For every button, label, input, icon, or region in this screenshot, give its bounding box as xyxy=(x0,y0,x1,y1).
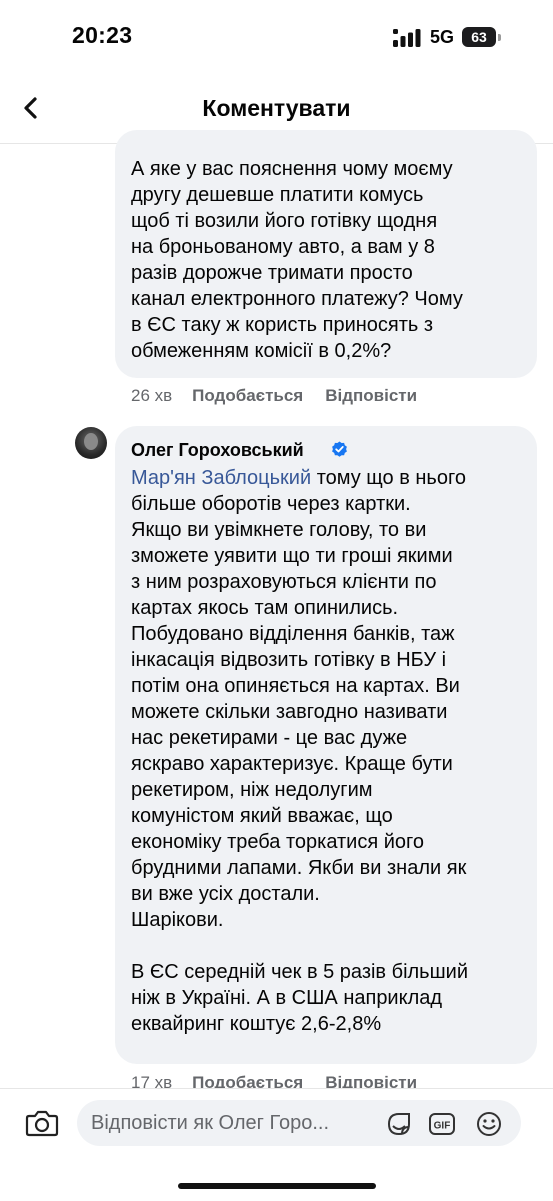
mention-link[interactable]: Мар'ян Заблоцький xyxy=(131,467,311,489)
camera-icon[interactable] xyxy=(25,1107,59,1139)
page-title: Коментувати xyxy=(202,95,351,121)
status-bar: 20:23 5G 63 xyxy=(0,0,553,75)
comment-body: тому що в нього більше оборотів через ка… xyxy=(131,467,468,1035)
gif-icon[interactable]: GIF xyxy=(428,1110,456,1138)
battery-icon: 63 xyxy=(462,27,501,47)
battery-level: 63 xyxy=(462,27,496,47)
home-indicator xyxy=(178,1183,376,1189)
avatar-face xyxy=(84,433,98,450)
svg-text:GIF: GIF xyxy=(434,1121,451,1132)
signal-icon xyxy=(393,29,421,47)
reply-input[interactable]: Відповісти як Олег Горо... GIF xyxy=(77,1100,521,1146)
avatar[interactable] xyxy=(75,427,107,459)
emoji-icon[interactable] xyxy=(475,1110,503,1138)
like-button[interactable]: Подобається xyxy=(192,386,303,405)
status-time: 20:23 xyxy=(72,22,133,48)
verified-badge-icon xyxy=(332,441,347,457)
comment-time: 26 хв xyxy=(131,386,173,405)
reply-button[interactable]: Відповісти xyxy=(325,386,417,405)
comment-text: А яке у вас пояснення чому моєму другу д… xyxy=(131,158,463,362)
sticker-icon[interactable] xyxy=(385,1110,413,1138)
reply-input-placeholder: Відповісти як Олег Горо... xyxy=(91,1112,330,1134)
battery-cap xyxy=(498,34,501,41)
network-type: 5G xyxy=(430,27,455,47)
comment-actions: 26 хв Подобається Відповісти xyxy=(131,386,439,406)
comment-author[interactable]: Олег Гороховський xyxy=(131,440,304,461)
comment-text: Мар'ян Заблоцький тому що в нього більше… xyxy=(131,465,531,1037)
